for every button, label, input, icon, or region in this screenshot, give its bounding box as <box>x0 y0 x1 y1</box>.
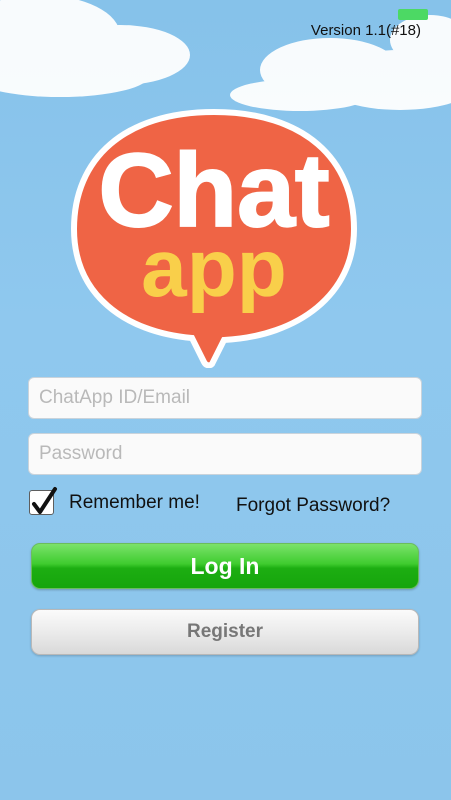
log-in-button[interactable]: Log In <box>31 543 419 589</box>
logo-text-app: app <box>141 223 287 314</box>
forgot-password-link[interactable]: Forgot Password? <box>236 495 390 517</box>
register-button[interactable]: Register <box>31 609 419 655</box>
remember-me-label: Remember me! <box>69 491 200 513</box>
remember-me-row[interactable]: Remember me! <box>29 487 200 515</box>
battery-icon <box>398 9 428 20</box>
chatapp-logo: Chat app <box>70 108 358 368</box>
chatapp-id-email-input[interactable] <box>28 377 422 419</box>
remember-me-checkbox[interactable] <box>29 487 57 515</box>
checkmark-icon <box>32 487 57 514</box>
password-input[interactable] <box>28 433 422 475</box>
version-label: Version 1.1(#18) <box>310 22 421 39</box>
